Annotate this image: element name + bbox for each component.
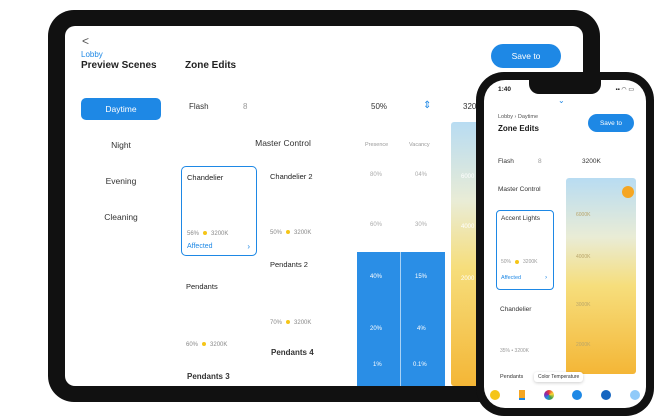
zone-card-name: Pendants: [186, 282, 218, 291]
temp-label: 2000: [461, 276, 475, 282]
flash-label: Flash: [498, 158, 514, 165]
tab-scene-icon[interactable]: [572, 390, 583, 400]
status-time: 1:40: [498, 86, 512, 93]
phone-screen: 1:40 ▪▪ ◠ ▭ ⌄ Lobby › Daytime Zone Edits…: [484, 80, 646, 408]
zone-label-pendants[interactable]: Pendants: [500, 374, 523, 380]
phone-notch: [529, 80, 601, 94]
phone-device: 1:40 ▪▪ ◠ ▭ ⌄ Lobby › Daytime Zone Edits…: [476, 72, 654, 416]
save-to-button[interactable]: Save to: [588, 114, 634, 132]
scene-evening[interactable]: Evening: [81, 170, 161, 192]
column-header-vacancy: Vacancy: [409, 142, 430, 148]
temp-label: 4000K: [576, 254, 591, 260]
swap-icon[interactable]: ⇕: [423, 100, 431, 111]
back-chevron-icon[interactable]: <: [82, 34, 89, 48]
master-control-label[interactable]: Master Control: [498, 186, 541, 193]
column-header-presence: Presence: [365, 142, 389, 148]
scene-daytime[interactable]: Daytime: [81, 98, 161, 120]
tab-settings-icon[interactable]: [629, 390, 640, 400]
presence-level: 1%: [373, 362, 382, 368]
zone-card-pendants-2[interactable]: Pendants 2 70% 3200K: [265, 254, 341, 334]
zone-card-name: Chandelier: [187, 173, 224, 182]
column-divider: [400, 252, 401, 386]
zone-card-name: Accent Lights: [501, 215, 541, 222]
vacancy-level: 30%: [415, 222, 428, 228]
vacancy-level: 0.1%: [413, 362, 427, 368]
temp-label: 6000: [461, 174, 475, 180]
temperature-value[interactable]: 3200K: [582, 158, 601, 165]
zone-edits-title: Zone Edits: [185, 60, 237, 71]
temp-label: 3000K: [576, 302, 591, 308]
status-icons: ▪▪ ◠ ▭: [615, 87, 635, 93]
chevron-right-icon[interactable]: ›: [545, 274, 547, 281]
zone-card-chandelier[interactable]: Chandelier 56% 3200K Affected ›: [181, 166, 257, 256]
scene-cleaning[interactable]: Cleaning: [81, 206, 161, 228]
tab-temperature-icon[interactable]: [518, 390, 525, 400]
affected-label: Affected: [501, 275, 522, 281]
temp-dot-icon: [202, 342, 207, 347]
temp-label: 4000: [461, 224, 475, 230]
zone-card-stats: 60% 3200K: [186, 342, 228, 348]
zone-label-chandelier[interactable]: Chandelier: [500, 306, 531, 313]
temp-label: 2000K: [576, 342, 591, 348]
zone-label-pendants-4[interactable]: Pendants 4: [271, 348, 314, 357]
zone-card-name: Pendants 2: [270, 260, 308, 269]
presence-level: 20%: [370, 326, 383, 332]
tab-zone-icon[interactable]: [601, 390, 612, 400]
zone-card-name: Chandelier 2: [270, 172, 313, 181]
color-temperature-tooltip: Color Temperature: [534, 372, 584, 382]
chevron-right-icon[interactable]: ›: [247, 242, 250, 251]
breadcrumb[interactable]: Lobby › Daytime: [498, 114, 538, 120]
zone-card-stats: 50% 3200K: [270, 230, 312, 236]
master-control-label[interactable]: Master Control: [203, 138, 363, 148]
zone-card-chandelier-2[interactable]: Chandelier 2 50% 3200K: [265, 166, 341, 246]
zone-edits-title: Zone Edits: [498, 124, 539, 133]
temperature-value[interactable]: 320: [463, 102, 476, 111]
chevron-down-icon[interactable]: ⌄: [558, 96, 565, 105]
temp-dot-icon: [203, 231, 208, 236]
zone-card-stats: 70% 3200K: [270, 320, 312, 326]
zone-card-pendants[interactable]: Pendants 60% 3200K: [181, 276, 257, 356]
temperature-knob-icon[interactable]: [622, 186, 634, 198]
temp-dot-icon: [286, 230, 291, 235]
zone-label-pendants-3[interactable]: Pendants 3: [187, 372, 230, 381]
flash-label: Flash: [189, 102, 209, 111]
zone-card-stats: 56% 3200K: [187, 231, 229, 237]
bottom-tab-bar: [490, 388, 640, 402]
presence-level: 40%: [370, 274, 383, 280]
vacancy-level: 4%: [417, 326, 426, 332]
temp-label: 6000K: [576, 212, 591, 218]
vacancy-level: 15%: [415, 274, 428, 280]
presence-level: 60%: [370, 222, 383, 228]
tab-color-wheel-icon[interactable]: [543, 390, 554, 400]
temp-dot-icon: [515, 259, 520, 264]
save-to-button[interactable]: Save to: [491, 44, 561, 68]
zone-card-stats: 50% 3200K: [501, 259, 538, 265]
preview-scenes-title: Preview Scenes: [81, 60, 157, 71]
breadcrumb[interactable]: Lobby: [81, 50, 103, 59]
vacancy-level: 04%: [415, 172, 428, 178]
level-fill[interactable]: [357, 252, 445, 386]
flash-value[interactable]: 8: [243, 102, 247, 111]
zone-card-stats: 35% • 3200K: [500, 348, 529, 354]
temp-dot-icon: [286, 320, 291, 325]
affected-label: Affected: [187, 243, 213, 250]
presence-level: 80%: [370, 172, 383, 178]
zone-card-accent-lights[interactable]: Accent Lights 50% 3200K Affected ›: [496, 210, 554, 290]
flash-value[interactable]: 8: [538, 158, 542, 165]
level-percent[interactable]: 50%: [371, 102, 387, 111]
tab-brightness-icon[interactable]: [490, 390, 500, 400]
scene-night[interactable]: Night: [81, 134, 161, 156]
